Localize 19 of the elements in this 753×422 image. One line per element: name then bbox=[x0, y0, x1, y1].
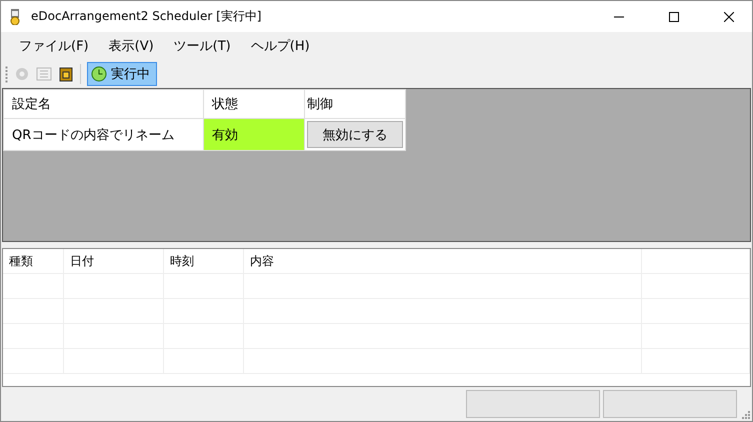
window-title: eDocArrangement2 Scheduler [実行中] bbox=[31, 8, 262, 25]
clock-icon bbox=[91, 66, 107, 82]
box-icon[interactable] bbox=[58, 66, 74, 82]
column-header: 日付 bbox=[64, 249, 164, 274]
menu-item[interactable]: ツール(T) bbox=[164, 37, 241, 55]
table-cell: QRコードの内容でリネーム bbox=[4, 118, 204, 150]
menu-item[interactable]: ヘルプ(H) bbox=[240, 37, 320, 55]
menu-item[interactable]: 表示(V) bbox=[98, 37, 164, 55]
menu-item[interactable]: ファイル(F) bbox=[9, 37, 99, 55]
resize-grip-icon[interactable] bbox=[740, 409, 750, 419]
grip-icon bbox=[5, 65, 8, 83]
column-header: 種類 bbox=[3, 249, 64, 274]
column-header: 時刻 bbox=[164, 249, 244, 274]
status-cell: 有効 bbox=[204, 118, 304, 150]
column-header: 内容 bbox=[244, 249, 642, 274]
disable-button[interactable]: 無効にする bbox=[307, 121, 403, 148]
column-header: 制御 bbox=[304, 90, 406, 118]
column-header: 設定名 bbox=[4, 90, 204, 118]
run-button[interactable]: 実行中 bbox=[87, 62, 157, 86]
